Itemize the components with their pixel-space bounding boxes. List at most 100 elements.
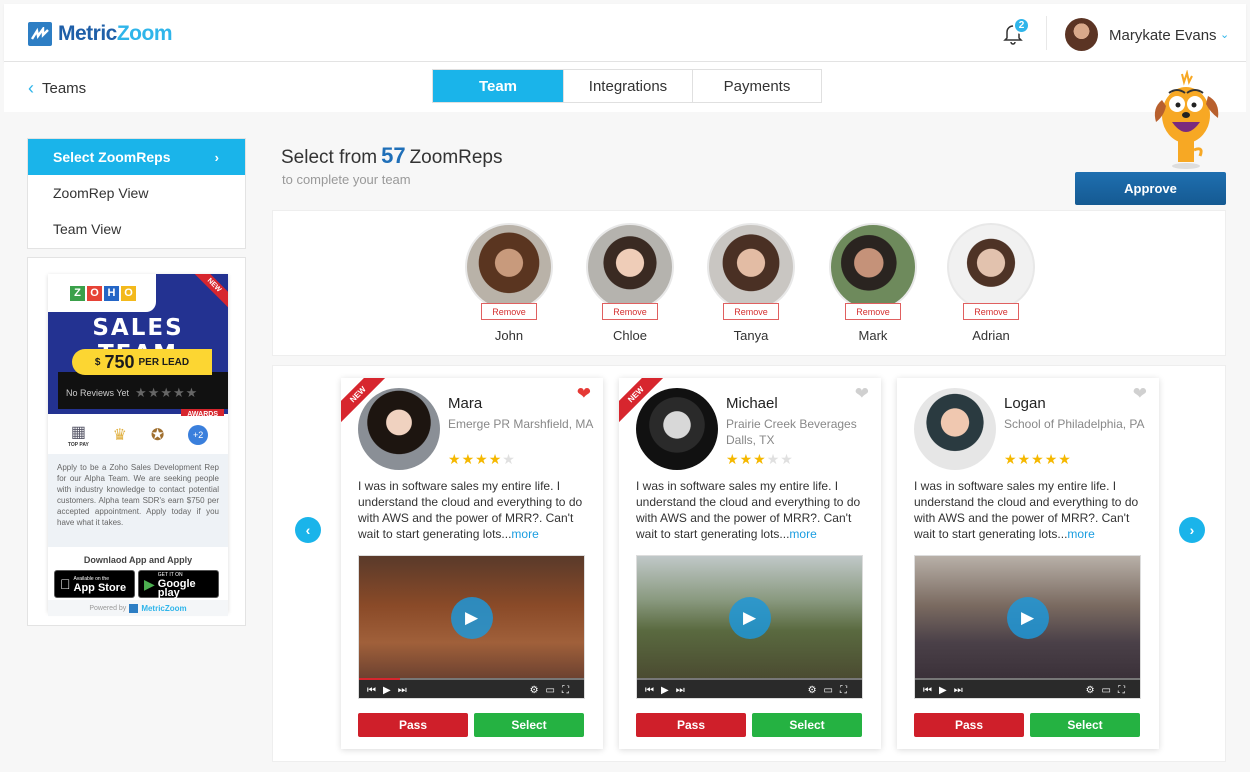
ad-description: Apply to be a Zoho Sales Development Rep…: [48, 454, 228, 547]
member-avatar: [586, 223, 674, 311]
more-link[interactable]: more: [511, 527, 538, 541]
tab-integrations[interactable]: Integrations: [563, 70, 692, 102]
skip-back-icon[interactable]: ⏮: [923, 685, 932, 696]
remove-button[interactable]: Remove: [602, 303, 658, 320]
video-player[interactable]: ▶ ⏮ ▶ ⏭ ⚙ ▭ ⛶: [914, 555, 1141, 699]
fullscreen-icon[interactable]: ⛶: [562, 685, 569, 696]
skip-forward-icon[interactable]: ⏭: [398, 685, 407, 696]
member-avatar: [947, 223, 1035, 311]
select-button[interactable]: Select: [474, 713, 584, 737]
play-small-icon[interactable]: ▶: [661, 685, 669, 696]
fullscreen-icon[interactable]: ⛶: [840, 685, 847, 696]
chevron-right-icon: ›: [1189, 522, 1195, 538]
team-member: Remove Adrian: [946, 223, 1036, 343]
video-player[interactable]: ▶ ⏮ ▶ ⏭ ⚙ ▭ ⛶: [358, 555, 585, 699]
star-empty-icon: ★: [780, 451, 794, 467]
heart-icon[interactable]: ❤: [855, 384, 869, 404]
member-avatar: [707, 223, 795, 311]
carousel-prev-button[interactable]: ‹: [295, 517, 321, 543]
team-member: Remove Tanya: [706, 223, 796, 343]
fullscreen-icon[interactable]: ⛶: [1118, 685, 1125, 696]
zoho-ad-card[interactable]: Z O H O NEW SALES TEAM $ 750 PER LEAD No…: [48, 274, 228, 616]
selected-team-panel: Remove John Remove Chloe Remove Tanya Re…: [272, 210, 1226, 356]
play-small-icon[interactable]: ▶: [383, 685, 391, 696]
theater-mode-icon[interactable]: ▭: [1102, 685, 1111, 696]
sidebar-item-zoomrep-view[interactable]: ZoomRep View: [28, 175, 245, 211]
settings-icon[interactable]: ⚙: [808, 685, 817, 696]
theater-mode-icon[interactable]: ▭: [546, 685, 555, 696]
member-avatar: [465, 223, 553, 311]
chevron-left-icon: ‹: [305, 522, 311, 538]
logo-mark-icon: [129, 603, 139, 613]
ad-new-ribbon: NEW: [187, 274, 228, 313]
skip-forward-icon[interactable]: ⏭: [954, 685, 963, 696]
play-icon[interactable]: ▶: [1006, 597, 1049, 639]
user-avatar[interactable]: [1065, 18, 1098, 51]
tab-team[interactable]: Team: [433, 70, 563, 102]
more-link[interactable]: more: [1067, 527, 1094, 541]
pass-button[interactable]: Pass: [358, 713, 468, 737]
select-button[interactable]: Select: [752, 713, 862, 737]
remove-button[interactable]: Remove: [963, 303, 1019, 320]
more-link[interactable]: more: [789, 527, 816, 541]
candidate-bio: I was in software sales my entire life. …: [358, 478, 590, 542]
select-button[interactable]: Select: [1030, 713, 1140, 737]
theater-mode-icon[interactable]: ▭: [824, 685, 833, 696]
remove-button[interactable]: Remove: [481, 303, 537, 320]
pass-button[interactable]: Pass: [636, 713, 746, 737]
zoho-letter: Z: [70, 285, 85, 301]
star-filled-icon: ★: [753, 451, 767, 467]
tab-payments[interactable]: Payments: [692, 70, 821, 102]
sidebar-item-team-view[interactable]: Team View: [28, 211, 245, 247]
candidate-carousel: ‹ › NEW Mara Emerge PR Marshfield, MA ★★…: [272, 365, 1226, 762]
more-awards-badge[interactable]: +2: [188, 425, 209, 445]
remove-button[interactable]: Remove: [723, 303, 779, 320]
video-player[interactable]: ▶ ⏮ ▶ ⏭ ⚙ ▭ ⛶: [636, 555, 863, 699]
ad-powered-by: Powered by MetricZoom: [48, 600, 228, 616]
candidate-org: Emerge PR Marshfield, MA: [448, 417, 594, 431]
skip-back-icon[interactable]: ⏮: [367, 685, 376, 696]
pass-button[interactable]: Pass: [914, 713, 1024, 737]
heart-icon[interactable]: ❤: [577, 384, 591, 404]
chevron-down-icon[interactable]: ⌄: [1220, 28, 1229, 41]
team-member: Remove John: [464, 223, 554, 343]
candidate-bio: I was in software sales my entire life. …: [636, 478, 868, 542]
ad-reviews: No Reviews Yet ★★★★★: [66, 385, 198, 401]
star-filled-icon: ★: [1031, 451, 1045, 467]
back-label: Teams: [42, 80, 87, 97]
ad-awards-row: ▦ TOP PAY ♛ ✪ +2: [48, 416, 228, 454]
app-store-button[interactable]:  Available on theApp Store: [54, 570, 135, 598]
skip-back-icon[interactable]: ⏮: [645, 685, 654, 696]
logo-text-zoom: Zoom: [116, 22, 173, 45]
play-icon[interactable]: ▶: [450, 597, 493, 639]
heading-prefix: Select from: [281, 147, 378, 168]
google-play-button[interactable]: ▶ GET IT ON Google play: [138, 570, 219, 598]
star-filled-icon: ★: [448, 451, 462, 467]
star-rating: ★★★★★: [448, 451, 516, 468]
zoho-letter: H: [104, 285, 119, 301]
star-empty-icon: ★: [502, 451, 516, 467]
metriczoom-logo[interactable]: MetricZoom: [28, 22, 173, 46]
user-name[interactable]: Marykate Evans: [1109, 27, 1217, 44]
video-controls: ⏮ ▶ ⏭ ⚙ ▭ ⛶: [915, 680, 1140, 698]
skip-forward-icon[interactable]: ⏭: [676, 685, 685, 696]
tab-group: Team Integrations Payments: [432, 69, 822, 103]
remove-button[interactable]: Remove: [845, 303, 901, 320]
sidebar-item-select-zoomreps[interactable]: Select ZoomReps ›: [28, 139, 245, 175]
app-store-big: App Store: [63, 582, 127, 594]
page-title: Select from 57 ZoomReps: [281, 143, 503, 169]
back-to-teams-link[interactable]: ‹ Teams: [28, 78, 86, 99]
play-small-icon[interactable]: ▶: [939, 685, 947, 696]
carousel-next-button[interactable]: ›: [1179, 517, 1205, 543]
heart-icon[interactable]: ❤: [1133, 384, 1147, 404]
play-icon[interactable]: ▶: [728, 597, 771, 639]
sidebar-item-label: ZoomRep View: [53, 185, 149, 201]
settings-icon[interactable]: ⚙: [530, 685, 539, 696]
candidate-card: NEW Mara Emerge PR Marshfield, MA ★★★★★ …: [341, 378, 603, 749]
star-filled-icon: ★: [1058, 451, 1072, 467]
member-name: Mark: [858, 328, 888, 343]
settings-icon[interactable]: ⚙: [1086, 685, 1095, 696]
approve-button[interactable]: Approve: [1075, 172, 1226, 205]
top-pay-award-icon: ▦ TOP PAY: [67, 424, 89, 448]
candidate-org: School of Philadelphia, PA: [1004, 417, 1145, 431]
